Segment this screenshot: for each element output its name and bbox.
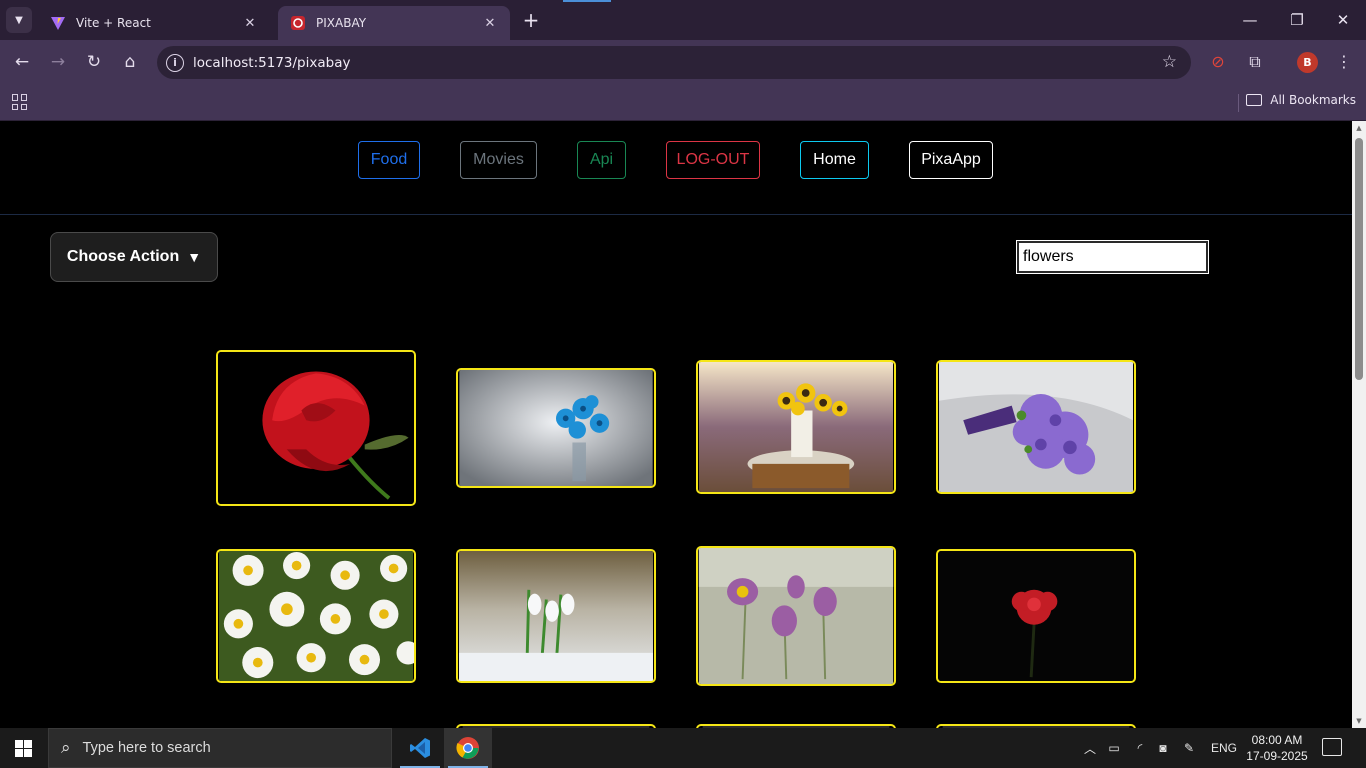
close-icon[interactable]: ✕ xyxy=(242,16,258,31)
red-rose-image xyxy=(218,352,414,504)
browser-toolbar: ← → ↻ ⌂ i localhost:5173/pixabay ☆ ⊘ ⧉ B… xyxy=(0,40,1366,85)
url-text: localhost:5173/pixabay xyxy=(193,54,351,71)
back-arrow-icon[interactable]: ← xyxy=(10,50,34,74)
taskbar-search-box[interactable]: ⌕ Type here to search xyxy=(48,728,392,768)
tray-overflow-chevron-icon[interactable]: ︿ xyxy=(1082,728,1098,768)
page-scrollbar[interactable]: ▲ ▼ xyxy=(1352,121,1366,728)
nav-movies-button[interactable]: Movies xyxy=(460,141,537,179)
forward-arrow-icon[interactable]: → xyxy=(46,50,70,74)
purple-bouquet-image xyxy=(938,362,1134,492)
caret-down-icon: ▼ xyxy=(187,249,202,265)
gallery-image-pasque-flowers[interactable] xyxy=(696,546,896,686)
restore-icon[interactable]: ❐ xyxy=(1287,10,1307,30)
close-icon[interactable]: ✕ xyxy=(482,16,498,31)
address-bar[interactable]: i localhost:5173/pixabay ☆ xyxy=(157,46,1191,79)
nav-logout-button[interactable]: LOG-OUT xyxy=(666,141,760,179)
nav-food-button[interactable]: Food xyxy=(358,141,420,179)
gallery-image-sunflowers[interactable] xyxy=(696,360,896,494)
all-bookmarks-label: All Bookmarks xyxy=(1270,93,1356,107)
sunflowers-vase-image xyxy=(698,362,894,492)
gallery-image-bouquet[interactable] xyxy=(936,360,1136,494)
home-icon[interactable]: ⌂ xyxy=(118,50,142,74)
choose-action-label: Choose Action xyxy=(66,248,180,265)
windows-taskbar: ⌕ Type here to search ︿ ▭ ◜ ◙ ✎ ENG 08:0… xyxy=(0,728,1366,768)
gallery-image-rose[interactable] xyxy=(216,350,416,506)
window-close-icon[interactable]: ✕ xyxy=(1333,10,1353,30)
nav-home-button[interactable]: Home xyxy=(800,141,869,179)
taskbar-search-placeholder: Type here to search xyxy=(82,740,211,756)
vscode-icon xyxy=(410,738,430,758)
page-viewport: Food Movies Api LOG-OUT Home PixaApp Cho… xyxy=(0,121,1352,728)
camera-icon[interactable]: ◙ xyxy=(1154,728,1172,768)
pixabay-favicon-icon xyxy=(291,16,305,30)
tab-vite-react[interactable]: Vite + React ✕ xyxy=(38,6,270,40)
gallery-image-snowdrops[interactable] xyxy=(456,549,656,683)
taskbar-clock[interactable]: 08:00 AM 17-09-2025 xyxy=(1246,732,1308,764)
search-input[interactable] xyxy=(1016,240,1209,274)
profile-avatar[interactable]: B xyxy=(1297,52,1318,73)
search-icon: ⌕ xyxy=(61,738,71,758)
nav-api-button[interactable]: Api xyxy=(577,141,626,179)
gallery-image-daisies[interactable] xyxy=(216,549,416,683)
snowdrops-image xyxy=(458,551,654,681)
top-navigation: Food Movies Api LOG-OUT Home PixaApp xyxy=(0,121,1352,215)
apps-grid-icon[interactable] xyxy=(12,94,28,110)
tab-group-indicator xyxy=(563,0,611,2)
vite-icon xyxy=(51,17,65,30)
chrome-icon xyxy=(456,737,479,759)
site-info-icon[interactable]: i xyxy=(166,53,184,72)
tab-title: Vite + React xyxy=(76,16,151,30)
tab-title: PIXABAY xyxy=(316,16,367,30)
daisies-image xyxy=(218,551,414,681)
gallery-image-blue-flowers[interactable] xyxy=(456,368,656,488)
menu-kebab-icon[interactable]: ⋮ xyxy=(1333,51,1355,73)
reload-icon[interactable]: ↻ xyxy=(82,50,106,74)
nav-pixaapp-button[interactable]: PixaApp xyxy=(909,141,993,179)
divider xyxy=(1238,94,1239,112)
choose-action-dropdown[interactable]: Choose Action ▼ xyxy=(50,232,218,282)
blue-flowers-image xyxy=(459,370,653,486)
red-flower-dark-image xyxy=(938,551,1134,681)
clock-date: 17-09-2025 xyxy=(1246,749,1308,763)
extensions-puzzle-icon[interactable]: ⧉ xyxy=(1244,51,1266,73)
bookmark-star-icon[interactable]: ☆ xyxy=(1162,52,1177,72)
bookmarks-bar: All Bookmarks xyxy=(0,85,1366,121)
language-indicator[interactable]: ENG xyxy=(1208,728,1240,768)
tab-strip: ▼ Vite + React ✕ PIXABAY ✕ + — ❐ ✕ xyxy=(0,0,1366,40)
new-tab-button[interactable]: + xyxy=(520,9,542,31)
pasque-flowers-image xyxy=(698,548,894,684)
clock-time: 08:00 AM xyxy=(1251,733,1303,747)
minimize-icon[interactable]: — xyxy=(1240,10,1260,30)
vscode-taskbar-button[interactable] xyxy=(396,728,444,768)
notifications-icon[interactable] xyxy=(1322,738,1342,756)
battery-icon[interactable]: ▭ xyxy=(1105,728,1123,768)
tab-search-button[interactable]: ▼ xyxy=(6,7,32,33)
tab-pixabay[interactable]: PIXABAY ✕ xyxy=(278,6,510,40)
chrome-taskbar-button[interactable] xyxy=(444,728,492,768)
wifi-icon[interactable]: ◜ xyxy=(1131,728,1149,768)
scroll-down-icon[interactable]: ▼ xyxy=(1355,717,1363,725)
windows-start-icon[interactable] xyxy=(15,740,32,757)
all-bookmarks-button[interactable]: All Bookmarks xyxy=(1246,93,1356,107)
extension-blocker-icon[interactable]: ⊘ xyxy=(1207,51,1229,73)
folder-icon xyxy=(1246,94,1263,106)
scroll-up-icon[interactable]: ▲ xyxy=(1355,124,1363,132)
gallery-image-red-flower[interactable] xyxy=(936,549,1136,683)
pen-icon[interactable]: ✎ xyxy=(1180,728,1198,768)
scrollbar-thumb[interactable] xyxy=(1355,138,1363,380)
